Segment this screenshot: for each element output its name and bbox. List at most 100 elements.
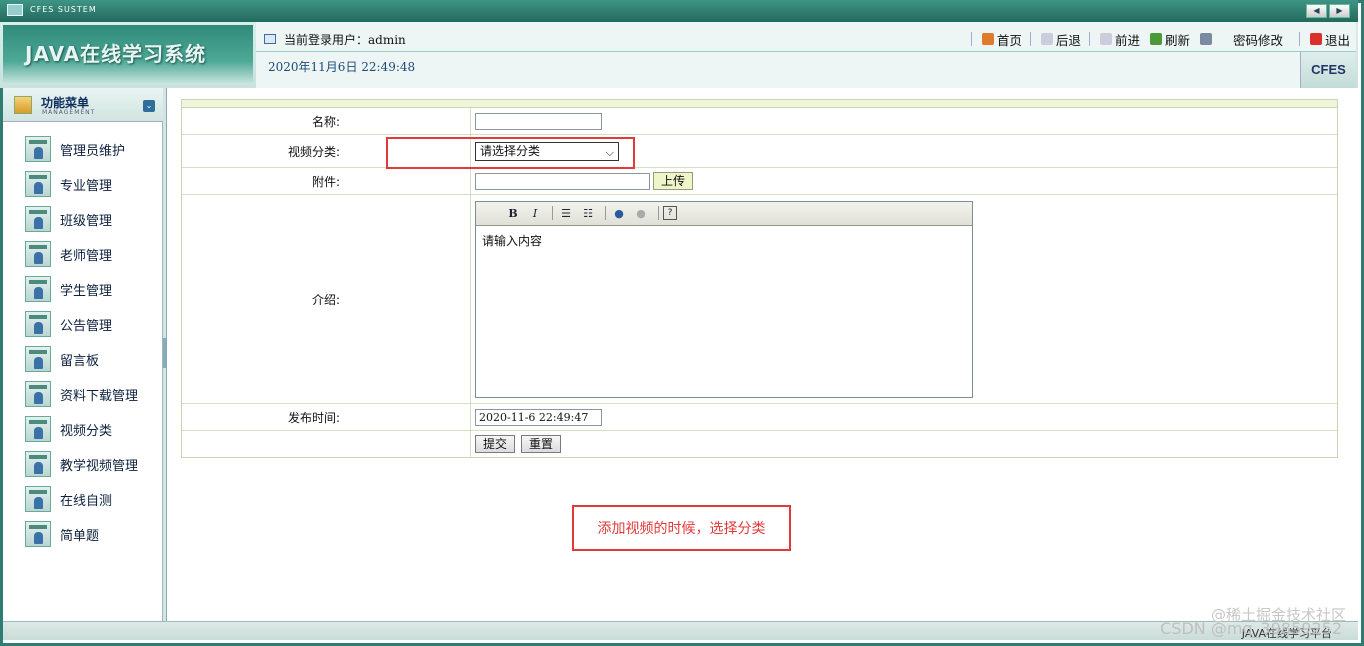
toolbar-separator (605, 206, 606, 220)
header-divider (256, 51, 1356, 52)
toolbar-separator (658, 206, 659, 220)
monitor-icon (7, 4, 23, 16)
form-row-publish: 发布时间: 2020-11-6 22:49:47 (182, 404, 1337, 431)
user-window-icon (25, 171, 51, 197)
italic-icon[interactable]: I (526, 204, 544, 222)
submit-button[interactable]: 提交 (475, 435, 516, 453)
form-row-intro: 介绍: B I ☰ ☷ ● ● ? 请输入内容 (182, 195, 1337, 404)
sidebar-item-classes[interactable]: 班级管理 (25, 206, 112, 232)
system-title: CFES SUSTEM (30, 5, 97, 14)
collapse-icon[interactable]: ⌄ (143, 100, 155, 112)
form-row-actions: 提交 重置 (182, 431, 1337, 457)
publish-time-input[interactable]: 2020-11-6 22:49:47 (475, 408, 602, 426)
change-password-link[interactable]: 密码修改 (1233, 30, 1283, 49)
rich-text-editor: B I ☰ ☷ ● ● ? 请输入内容 (475, 200, 973, 398)
category-highlight-box (386, 137, 635, 169)
logout-icon (1309, 33, 1322, 45)
form-row-name: 名称: (182, 108, 1337, 135)
sidebar-item-messages[interactable]: 留言板 (25, 346, 99, 372)
user-window-icon (25, 136, 51, 162)
sidebar-item-teachers[interactable]: 老师管理 (25, 241, 112, 267)
back-icon (1040, 33, 1053, 45)
toolbar-divider (1088, 32, 1090, 46)
scroll-left-button[interactable]: ◀ (1306, 4, 1327, 18)
refresh-link[interactable]: 刷新 (1149, 30, 1190, 49)
reset-button[interactable]: 重置 (521, 435, 562, 453)
attachment-label: 附件: (182, 168, 471, 194)
user-window-icon (25, 521, 51, 547)
user-window-icon (25, 486, 51, 512)
scroll-right-button[interactable]: ▶ (1329, 4, 1350, 18)
sidebar-item-video-categories[interactable]: 视频分类 (25, 416, 112, 442)
sidebar-splitter[interactable] (163, 88, 167, 621)
sidebar-item-majors[interactable]: 专业管理 (25, 171, 112, 197)
sidebar-item-notices[interactable]: 公告管理 (25, 311, 112, 337)
sidebar-item-short-questions[interactable]: 简单题 (25, 521, 99, 547)
editor-textarea[interactable]: 请输入内容 (476, 226, 972, 255)
attachment-input[interactable] (475, 172, 650, 190)
sidebar-item-downloads[interactable]: 资料下载管理 (25, 381, 138, 407)
user-window-icon (25, 416, 51, 442)
current-datetime: 2020年11月6日 22:49:48 (268, 60, 416, 74)
form-row-attachment: 附件: 上传 (182, 168, 1337, 195)
home-link[interactable]: 首页 (981, 30, 1022, 49)
header: JAVA在线学习系统 当前登录用户：admin 2020年11月6日 22:49… (0, 22, 1358, 88)
sidebar-item-videos[interactable]: 教学视频管理 (25, 451, 138, 477)
watermark-csdn: CSDN @mq_39859252 (1160, 619, 1342, 638)
system-title-bar: CFES SUSTEM ◀ ▶ (0, 0, 1358, 22)
logo: JAVA在线学习系统 (3, 25, 253, 85)
video-form: 名称: 视频分类: 请选择分类 ⌵ 附件: 上传 介绍: B I ☰ ☷ ● ●… (181, 99, 1338, 458)
form-header-strip (182, 100, 1337, 108)
bullet-list-icon[interactable]: ☷ (579, 204, 597, 222)
annotation-note: 添加视频的时候，选择分类 (572, 505, 791, 551)
unlink-icon[interactable]: ● (632, 204, 650, 222)
back-link[interactable]: 后退 (1040, 30, 1081, 49)
upload-button[interactable]: 上传 (653, 172, 694, 190)
toolbar-divider (1298, 32, 1300, 46)
user-window-icon (25, 346, 51, 372)
brand-badge: CFES (1300, 52, 1356, 88)
header-toolbar: 首页 后退 前进 刷新 密码修改 退出 (963, 30, 1350, 48)
intro-label: 介绍: (182, 195, 471, 403)
sidebar-item-admins[interactable]: 管理员维护 (25, 136, 125, 162)
actions-label-cell (182, 431, 471, 457)
current-user: 当前登录用户：admin (264, 30, 406, 48)
refresh-icon (1149, 33, 1162, 45)
menu-subtitle: MANAGEMENT (42, 109, 96, 116)
user-window-icon (25, 451, 51, 477)
user-window-icon (25, 311, 51, 337)
name-input[interactable] (475, 112, 602, 130)
header-info: 当前登录用户：admin 2020年11月6日 22:49:48 首页 后退 前… (256, 22, 1356, 88)
bold-icon[interactable]: B (504, 204, 522, 222)
toolbar-divider (970, 32, 972, 46)
link-icon[interactable]: ● (610, 204, 628, 222)
sidebar: 功能菜单 MANAGEMENT ⌄ 管理员维护 专业管理 班级管理 老师管理 学… (3, 88, 163, 621)
splitter-grip[interactable] (163, 338, 167, 368)
help-icon[interactable]: ? (663, 206, 677, 220)
home-icon (981, 33, 994, 45)
publish-label: 发布时间: (182, 404, 471, 430)
sidebar-item-students[interactable]: 学生管理 (25, 276, 112, 302)
user-window-icon (25, 206, 51, 232)
forward-icon (1099, 33, 1112, 45)
edit-link[interactable] (1199, 33, 1215, 45)
editor-toolbar: B I ☰ ☷ ● ● ? (476, 201, 972, 226)
user-window-icon (25, 241, 51, 267)
forward-link[interactable]: 前进 (1099, 30, 1140, 49)
sidebar-item-self-test[interactable]: 在线自测 (25, 486, 112, 512)
menu-header[interactable]: 功能菜单 MANAGEMENT ⌄ (3, 88, 163, 122)
status-bar: JAVA在线学习平台 (3, 621, 1358, 640)
edit-icon (1199, 33, 1212, 45)
form-row-category: 视频分类: 请选择分类 ⌵ (182, 135, 1337, 168)
user-window-icon (25, 381, 51, 407)
current-user-label: 当前登录用户：admin (284, 32, 406, 47)
logo-text: JAVA在线学习系统 (25, 42, 207, 66)
name-label: 名称: (182, 108, 471, 134)
toolbar-divider (1029, 32, 1031, 46)
toolbar-separator (552, 206, 553, 220)
ordered-list-icon[interactable]: ☰ (557, 204, 575, 222)
logout-link[interactable]: 退出 (1309, 30, 1350, 49)
user-window-icon (25, 276, 51, 302)
menu-icon (14, 96, 32, 114)
user-monitor-icon (264, 34, 276, 44)
